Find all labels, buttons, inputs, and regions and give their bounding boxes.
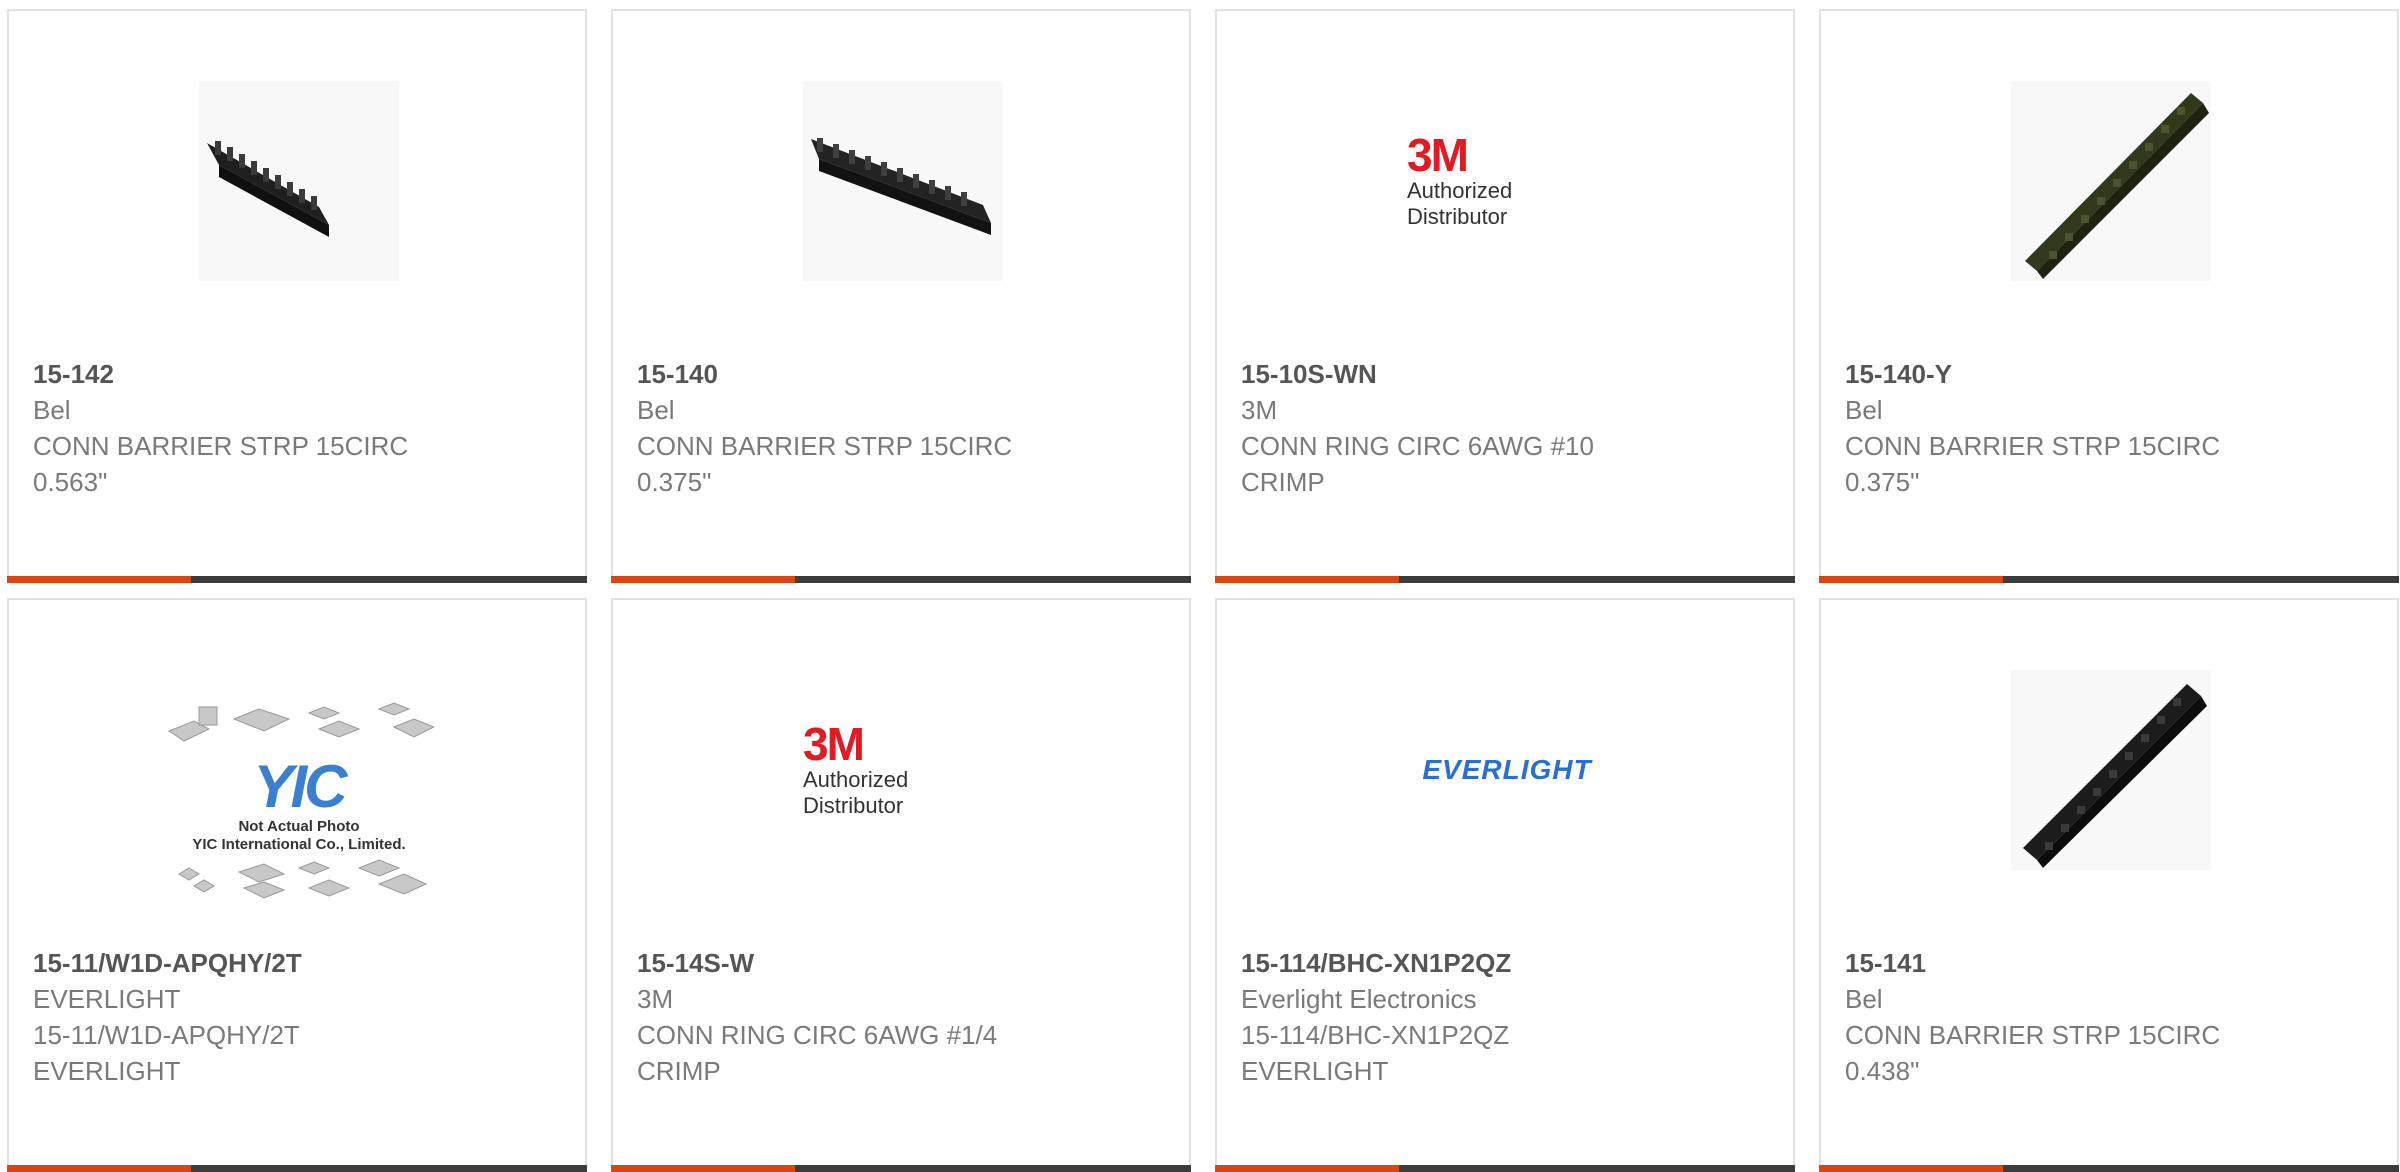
product-card[interactable]: EVERLIGHT 15-114/BHC-XN1P2QZ Everlight E… [1215, 598, 1795, 1172]
description-line-2: 0.375" [637, 467, 712, 497]
description-line-1: 15-114/BHC-XN1P2QZ [1241, 1020, 1510, 1050]
manufacturer: EVERLIGHT [33, 984, 181, 1014]
description-line-1: CONN RING CIRC 6AWG #10 [1241, 431, 1594, 461]
card-bottom-bar [1215, 1165, 1795, 1172]
product-image: 3M Authorized Distributor [1407, 81, 1607, 281]
yic-logo: YIC [253, 753, 347, 820]
card-bar-accent [1215, 1165, 1399, 1172]
product-card[interactable]: YIC Not Actual Photo YIC International C… [7, 598, 587, 1172]
part-number[interactable]: 15-11/W1D-APQHY/2T [33, 945, 565, 981]
yic-caption-2: YIC International Co., Limited. [192, 836, 406, 853]
card-bottom-bar [1819, 1165, 2399, 1172]
3m-logo: 3M Authorized Distributor [803, 721, 1003, 819]
barrier-strip-photo [199, 81, 399, 281]
yic-caption-1: Not Actual Photo [238, 818, 360, 835]
description-line-2: 0.375" [1845, 467, 1920, 497]
part-number[interactable]: 15-142 [33, 356, 565, 392]
barrier-strip-photo [803, 81, 1003, 281]
description-line-2: 0.438" [1845, 1056, 1920, 1086]
description-line-2: CRIMP [1241, 467, 1325, 497]
description-line-2: EVERLIGHT [33, 1056, 181, 1086]
product-image [199, 81, 399, 281]
product-info: 15-141 Bel CONN BARRIER STRP 15CIRC 0.43… [1845, 945, 2377, 1089]
3m-logo-subtitle: Authorized Distributor [803, 767, 909, 818]
manufacturer: Bel [637, 395, 675, 425]
manufacturer: Bel [33, 395, 71, 425]
description-line-1: CONN BARRIER STRP 15CIRC [33, 431, 409, 461]
card-bar-accent [1215, 576, 1399, 583]
barrier-strip-photo [2011, 670, 2211, 870]
manufacturer: 3M [1241, 395, 1278, 425]
description-line-2: EVERLIGHT [1241, 1056, 1389, 1086]
part-number[interactable]: 15-140 [637, 356, 1169, 392]
product-info: 15-10S-WN 3M CONN RING CIRC 6AWG #10 CRI… [1241, 356, 1773, 500]
card-bottom-bar [1215, 576, 1795, 583]
product-image: YIC Not Actual Photo YIC International C… [164, 685, 436, 925]
chip-packages-bottom [178, 859, 428, 899]
product-info: 15-114/BHC-XN1P2QZ Everlight Electronics… [1241, 945, 1773, 1089]
product-info: 15-142 Bel CONN BARRIER STRP 15CIRC 0.56… [33, 356, 565, 500]
part-number[interactable]: 15-114/BHC-XN1P2QZ [1241, 945, 1773, 981]
card-bottom-bar [7, 1165, 587, 1172]
card-bar-accent [7, 576, 191, 583]
manufacturer: Bel [1845, 984, 1883, 1014]
card-bottom-bar [611, 576, 1191, 583]
product-info: 15-14S-W 3M CONN RING CIRC 6AWG #1/4 CRI… [637, 945, 1169, 1089]
card-bar-accent [7, 1165, 191, 1172]
card-bar-accent [1819, 1165, 2003, 1172]
3m-logo-mark: 3M [1407, 129, 1469, 181]
product-card[interactable]: 15-140 Bel CONN BARRIER STRP 15CIRC 0.37… [611, 9, 1191, 583]
description-line-1: CONN BARRIER STRP 15CIRC [1845, 431, 2221, 461]
card-bar-accent [611, 576, 795, 583]
description-line-1: CONN BARRIER STRP 15CIRC [637, 431, 1013, 461]
3m-logo-subtitle: Authorized Distributor [1407, 178, 1513, 229]
manufacturer: Bel [1845, 395, 1883, 425]
part-number[interactable]: 15-10S-WN [1241, 356, 1773, 392]
description-line-1: CONN BARRIER STRP 15CIRC [1845, 1020, 2221, 1050]
chip-packages-top [167, 702, 436, 742]
product-card[interactable]: 15-142 Bel CONN BARRIER STRP 15CIRC 0.56… [7, 9, 587, 583]
card-bottom-bar [611, 1165, 1191, 1172]
product-image [2011, 670, 2211, 870]
card-bottom-bar [7, 576, 587, 583]
product-image: 3M Authorized Distributor [803, 670, 1003, 870]
description-line-2: CRIMP [637, 1056, 721, 1086]
product-card[interactable]: 3M Authorized Distributor 15-10S-WN 3M C… [1215, 9, 1795, 583]
product-info: 15-140 Bel CONN BARRIER STRP 15CIRC 0.37… [637, 356, 1169, 500]
manufacturer: Everlight Electronics [1241, 984, 1477, 1014]
product-image: EVERLIGHT [1407, 670, 1607, 870]
card-bottom-bar [1819, 576, 2399, 583]
product-grid: 15-142 Bel CONN BARRIER STRP 15CIRC 0.56… [0, 0, 2400, 1172]
everlight-logo: EVERLIGHT [1422, 754, 1592, 785]
description-line-2: 0.563" [33, 467, 108, 497]
3m-logo: 3M Authorized Distributor [1407, 132, 1607, 230]
product-card[interactable]: 3M Authorized Distributor 15-14S-W 3M CO… [611, 598, 1191, 1172]
manufacturer: 3M [637, 984, 674, 1014]
product-card[interactable]: 15-140-Y Bel CONN BARRIER STRP 15CIRC 0.… [1819, 9, 2399, 583]
card-bar-accent [611, 1165, 795, 1172]
product-image [803, 81, 1003, 281]
barrier-strip-photo-green [2011, 81, 2211, 281]
product-info: 15-140-Y Bel CONN BARRIER STRP 15CIRC 0.… [1845, 356, 2377, 500]
part-number[interactable]: 15-140-Y [1845, 356, 2377, 392]
description-line-1: 15-11/W1D-APQHY/2T [33, 1020, 300, 1050]
card-bar-accent [1819, 576, 2003, 583]
part-number[interactable]: 15-141 [1845, 945, 2377, 981]
product-image [2011, 81, 2211, 281]
part-number[interactable]: 15-14S-W [637, 945, 1169, 981]
3m-logo-mark: 3M [803, 718, 865, 770]
description-line-1: CONN RING CIRC 6AWG #1/4 [637, 1020, 998, 1050]
product-card[interactable]: 15-141 Bel CONN BARRIER STRP 15CIRC 0.43… [1819, 598, 2399, 1172]
product-info: 15-11/W1D-APQHY/2T EVERLIGHT 15-11/W1D-A… [33, 945, 565, 1089]
yic-placeholder-image: YIC Not Actual Photo YIC International C… [164, 701, 436, 909]
